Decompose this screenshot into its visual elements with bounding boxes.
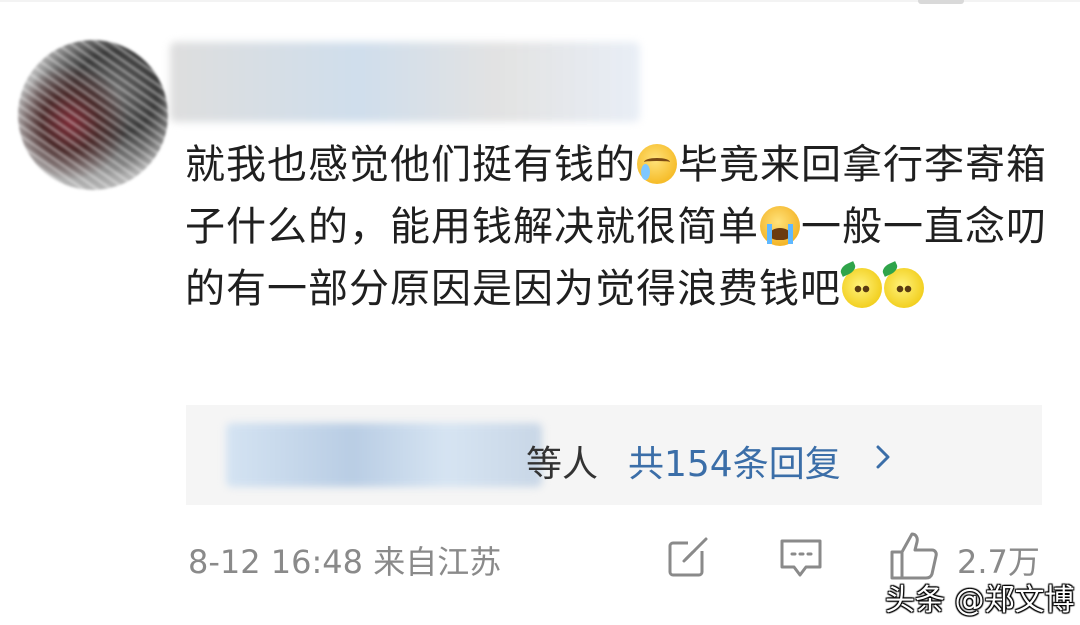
lemon-icon <box>842 268 882 308</box>
username-blurred[interactable] <box>170 42 640 122</box>
sob-icon <box>760 206 800 246</box>
chevron-right-icon[interactable] <box>872 443 894 471</box>
top-handle <box>918 0 964 4</box>
avatar[interactable] <box>12 34 174 196</box>
view-replies-link[interactable]: 共154条回复 <box>628 435 841 487</box>
comment-timestamp: 8-12 16:48 来自江苏 <box>188 543 502 581</box>
watermark: 头条 @郑文博 <box>885 583 1075 618</box>
comment-icon[interactable] <box>778 535 824 581</box>
reply-users-suffix: 等人 <box>526 444 599 485</box>
comment-text-part-1: 就我也感觉他们挺有钱的 <box>185 142 636 188</box>
cry-laugh-icon <box>637 144 677 184</box>
comment-text: 就我也感觉他们挺有钱的 毕竟来回拿行李寄箱子什么的，能用钱解决就很简单 一般一直念叨… <box>185 134 1055 320</box>
share-icon[interactable] <box>666 535 710 579</box>
reply-users-blurred <box>226 423 542 487</box>
lemon-icon <box>884 268 924 308</box>
reply-preview[interactable]: 等人 共154条回复 <box>186 405 1042 505</box>
